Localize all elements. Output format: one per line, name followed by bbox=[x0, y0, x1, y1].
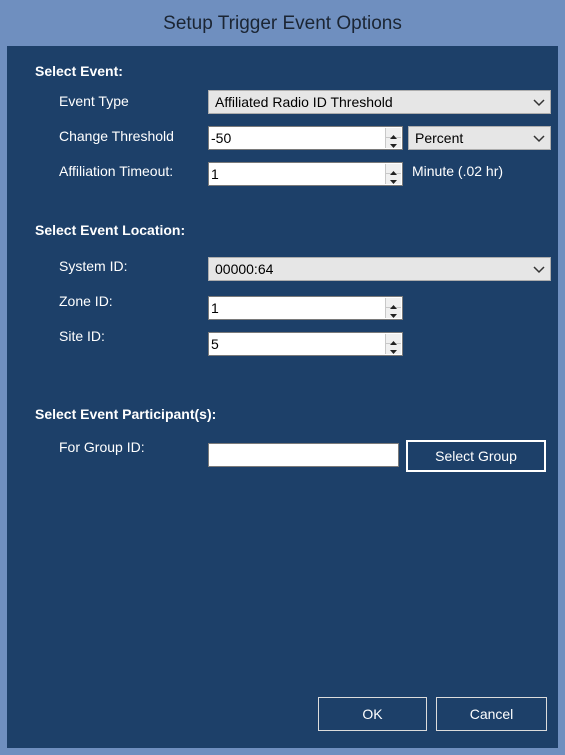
spinner-down-button[interactable] bbox=[386, 138, 401, 148]
dialog-window: Setup Trigger Event Options Select Event… bbox=[0, 0, 565, 755]
spinner-down-button[interactable] bbox=[386, 308, 401, 318]
zone-id-spinner[interactable]: 1 bbox=[208, 296, 403, 320]
site-id-label: Site ID: bbox=[59, 328, 105, 344]
spinner-down-button[interactable] bbox=[386, 344, 401, 354]
group-id-label: For Group ID: bbox=[59, 439, 145, 455]
affiliation-timeout-note: Minute (.02 hr) bbox=[412, 163, 504, 179]
change-threshold-value: -50 bbox=[211, 130, 232, 146]
change-threshold-label: Change Threshold bbox=[59, 128, 174, 144]
dialog-body: Select Event: Event Type Affiliated Radi… bbox=[7, 46, 558, 748]
affiliation-timeout-label: Affiliation Timeout: bbox=[59, 163, 174, 179]
section-select-participants-heading: Select Event Participant(s): bbox=[35, 406, 217, 422]
spinner-down-button[interactable] bbox=[386, 174, 401, 184]
section-select-location-heading: Select Event Location: bbox=[35, 222, 186, 238]
system-id-value: 00000:64 bbox=[215, 261, 274, 277]
spinner-up-button[interactable] bbox=[386, 334, 401, 345]
site-id-spinner[interactable]: 5 bbox=[208, 332, 403, 356]
system-id-dropdown[interactable]: 00000:64 bbox=[208, 257, 551, 281]
section-select-event-heading: Select Event: bbox=[35, 63, 123, 79]
title-bar[interactable]: Setup Trigger Event Options bbox=[0, 0, 565, 46]
event-type-dropdown[interactable]: Affiliated Radio ID Threshold bbox=[208, 90, 551, 114]
cancel-button[interactable]: Cancel bbox=[436, 697, 547, 731]
zone-id-label: Zone ID: bbox=[59, 293, 113, 309]
system-id-label: System ID: bbox=[59, 258, 128, 274]
select-group-button[interactable]: Select Group bbox=[406, 440, 546, 472]
chevron-down-icon bbox=[533, 99, 545, 107]
affiliation-timeout-value: 1 bbox=[211, 166, 219, 182]
up-down-arrows-icon bbox=[385, 298, 401, 318]
change-threshold-spinner[interactable]: -50 bbox=[208, 126, 403, 150]
event-type-label: Event Type bbox=[59, 93, 129, 109]
chevron-down-icon bbox=[533, 266, 545, 274]
group-id-input[interactable] bbox=[208, 443, 399, 467]
zone-id-value: 1 bbox=[211, 300, 219, 316]
spinner-up-button[interactable] bbox=[386, 298, 401, 309]
window-title: Setup Trigger Event Options bbox=[163, 13, 402, 34]
ok-button[interactable]: OK bbox=[318, 697, 427, 731]
affiliation-timeout-spinner[interactable]: 1 bbox=[208, 162, 403, 186]
up-down-arrows-icon bbox=[385, 334, 401, 354]
spinner-up-button[interactable] bbox=[386, 164, 401, 175]
threshold-unit-dropdown[interactable]: Percent bbox=[408, 126, 551, 150]
chevron-down-icon bbox=[533, 135, 545, 143]
event-type-value: Affiliated Radio ID Threshold bbox=[215, 94, 393, 110]
threshold-unit-value: Percent bbox=[415, 130, 464, 146]
up-down-arrows-icon bbox=[385, 164, 401, 184]
spinner-up-button[interactable] bbox=[386, 128, 401, 139]
site-id-value: 5 bbox=[211, 336, 219, 352]
up-down-arrows-icon bbox=[385, 128, 401, 148]
